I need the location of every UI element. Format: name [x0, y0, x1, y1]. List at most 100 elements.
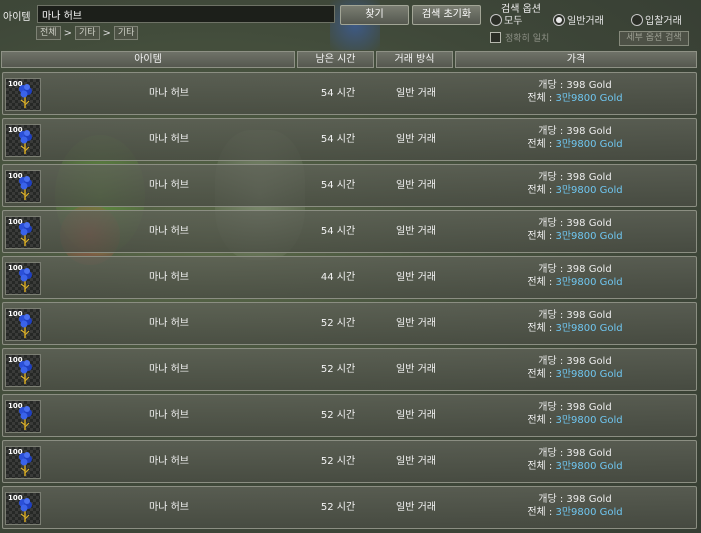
price-cell: 개당 : 398 Gold 전체 : 3만9800 Gold — [455, 125, 695, 151]
trade-mode: 일반 거래 — [396, 456, 436, 467]
item-slot[interactable]: 100 — [5, 124, 41, 157]
header-trade-mode[interactable]: 거래 방식 — [376, 51, 453, 68]
item-slot[interactable]: 100 — [5, 170, 41, 203]
trade-mode: 일반 거래 — [396, 410, 436, 421]
table-row[interactable]: 100 마나 허브 52 시간 일반 거래 개당 : 398 Gold 전체 : 3만98… — [2, 394, 697, 437]
total-price: 전체 : 3만9800 Gold — [455, 138, 695, 151]
item-slot[interactable]: 100 — [5, 308, 41, 341]
total-price-value: 3만9800 Gold — [555, 415, 623, 426]
remaining-time: 52 시간 — [320, 410, 356, 421]
total-price-label: 전체 : — [527, 369, 556, 380]
unit-price: 개당 : 398 Gold — [538, 80, 612, 91]
table-row[interactable]: 100 마나 허브 52 시간 일반 거래 개당 : 398 Gold 전체 : 3만98… — [2, 486, 697, 529]
radio-label: 일반거래 — [567, 16, 604, 27]
trade-mode: 일반 거래 — [396, 180, 436, 191]
unit-price: 개당 : 398 Gold — [538, 264, 612, 275]
search-bar: 아이템 찾기 검색 초기화 전체 > 기타 > 기타 검색 옵션 모두 일반거래… — [0, 0, 701, 48]
table-row[interactable]: 100 마나 허브 54 시간 일반 거래 개당 : 398 Gold 전체 : 3만98… — [2, 72, 697, 115]
exact-match-checkbox[interactable]: 정확히 일치 — [490, 31, 549, 44]
unit-price: 개당 : 398 Gold — [538, 218, 612, 229]
radio-label: 입찰거래 — [645, 16, 682, 27]
mana-herb-icon — [14, 129, 36, 155]
total-price: 전체 : 3만9800 Gold — [455, 368, 695, 381]
total-price: 전체 : 3만9800 Gold — [455, 414, 695, 427]
table-row[interactable]: 100 마나 허브 44 시간 일반 거래 개당 : 398 Gold 전체 : 3만98… — [2, 256, 697, 299]
detail-search-button[interactable]: 세부 옵션 검색 — [619, 31, 689, 46]
trade-mode: 일반 거래 — [396, 134, 436, 145]
table-row[interactable]: 100 마나 허브 54 시간 일반 거래 개당 : 398 Gold 전체 : 3만98… — [2, 210, 697, 253]
total-price-label: 전체 : — [527, 231, 556, 242]
find-button[interactable]: 찾기 — [340, 5, 409, 25]
table-row[interactable]: 100 마나 허브 54 시간 일반 거래 개당 : 398 Gold 전체 : 3만98… — [2, 118, 697, 161]
item-name: 마나 허브 — [149, 456, 189, 467]
price-cell: 개당 : 398 Gold 전체 : 3만9800 Gold — [455, 171, 695, 197]
remaining-time: 54 시간 — [320, 134, 356, 145]
price-cell: 개당 : 398 Gold 전체 : 3만9800 Gold — [455, 217, 695, 243]
mana-herb-icon — [14, 83, 36, 109]
price-cell: 개당 : 398 Gold 전체 : 3만9800 Gold — [455, 355, 695, 381]
trade-mode: 일반 거래 — [396, 364, 436, 375]
total-price-value: 3만9800 Gold — [555, 369, 623, 380]
item-name: 마나 허브 — [149, 272, 189, 283]
breadcrumb: 전체 > 기타 > 기타 — [36, 26, 139, 40]
item-name: 마나 허브 — [149, 364, 189, 375]
radio-normal-trade[interactable]: 일반거래 — [553, 12, 604, 27]
breadcrumb-separator: > — [102, 27, 111, 39]
total-price: 전체 : 3만9800 Gold — [455, 184, 695, 197]
total-price-label: 전체 : — [527, 185, 556, 196]
unit-price: 개당 : 398 Gold — [538, 172, 612, 183]
item-slot[interactable]: 100 — [5, 216, 41, 249]
header-price[interactable]: 가격 — [455, 51, 697, 68]
header-item[interactable]: 아이템 — [1, 51, 295, 68]
reset-search-button[interactable]: 검색 초기화 — [412, 5, 481, 25]
breadcrumb-separator: > — [63, 27, 72, 39]
item-name: 마나 허브 — [149, 502, 189, 513]
mana-herb-icon — [14, 451, 36, 477]
item-name: 마나 허브 — [149, 410, 189, 421]
radio-selected-dot-icon — [556, 16, 562, 23]
mana-herb-icon — [14, 497, 36, 523]
trade-mode: 일반 거래 — [396, 502, 436, 513]
radio-bid-trade[interactable]: 입찰거래 — [631, 12, 682, 27]
item-slot[interactable]: 100 — [5, 446, 41, 479]
price-cell: 개당 : 398 Gold 전체 : 3만9800 Gold — [455, 79, 695, 105]
trade-mode: 일반 거래 — [396, 88, 436, 99]
table-row[interactable]: 100 마나 허브 52 시간 일반 거래 개당 : 398 Gold 전체 : 3만98… — [2, 348, 697, 391]
item-slot[interactable]: 100 — [5, 78, 41, 111]
table-row[interactable]: 100 마나 허브 52 시간 일반 거래 개당 : 398 Gold 전체 : 3만98… — [2, 302, 697, 345]
remaining-time: 44 시간 — [320, 272, 356, 283]
item-slot[interactable]: 100 — [5, 354, 41, 387]
radio-circle-icon — [490, 13, 502, 26]
search-input[interactable] — [37, 5, 335, 23]
trade-mode: 일반 거래 — [396, 318, 436, 329]
total-price: 전체 : 3만9800 Gold — [455, 276, 695, 289]
total-price: 전체 : 3만9800 Gold — [455, 322, 695, 335]
mana-herb-icon — [14, 267, 36, 293]
total-price-label: 전체 : — [527, 507, 556, 518]
mana-herb-icon — [14, 313, 36, 339]
table-row[interactable]: 100 마나 허브 52 시간 일반 거래 개당 : 398 Gold 전체 : 3만98… — [2, 440, 697, 483]
price-cell: 개당 : 398 Gold 전체 : 3만9800 Gold — [455, 493, 695, 519]
remaining-time: 52 시간 — [320, 456, 356, 467]
unit-price: 개당 : 398 Gold — [538, 494, 612, 505]
breadcrumb-item-all[interactable]: 전체 — [36, 26, 61, 40]
total-price-value: 3만9800 Gold — [555, 323, 623, 334]
total-price: 전체 : 3만9800 Gold — [455, 230, 695, 243]
total-price-label: 전체 : — [527, 277, 556, 288]
unit-price: 개당 : 398 Gold — [538, 310, 612, 321]
total-price-label: 전체 : — [527, 415, 556, 426]
checkbox-box-icon — [490, 32, 501, 43]
item-slot[interactable]: 100 — [5, 262, 41, 295]
item-name: 마나 허브 — [149, 180, 189, 191]
total-price-value: 3만9800 Gold — [555, 139, 623, 150]
item-slot[interactable]: 100 — [5, 400, 41, 433]
search-label: 아이템 — [3, 12, 31, 23]
header-remaining-time[interactable]: 남은 시간 — [297, 51, 374, 68]
item-slot[interactable]: 100 — [5, 492, 41, 525]
breadcrumb-item-misc[interactable]: 기타 — [74, 26, 100, 40]
table-row[interactable]: 100 마나 허브 54 시간 일반 거래 개당 : 398 Gold 전체 : 3만98… — [2, 164, 697, 207]
breadcrumb-item-misc-sub[interactable]: 기타 — [113, 26, 139, 40]
total-price-label: 전체 : — [527, 139, 556, 150]
price-cell: 개당 : 398 Gold 전체 : 3만9800 Gold — [455, 447, 695, 473]
radio-all[interactable]: 모두 — [490, 12, 522, 27]
